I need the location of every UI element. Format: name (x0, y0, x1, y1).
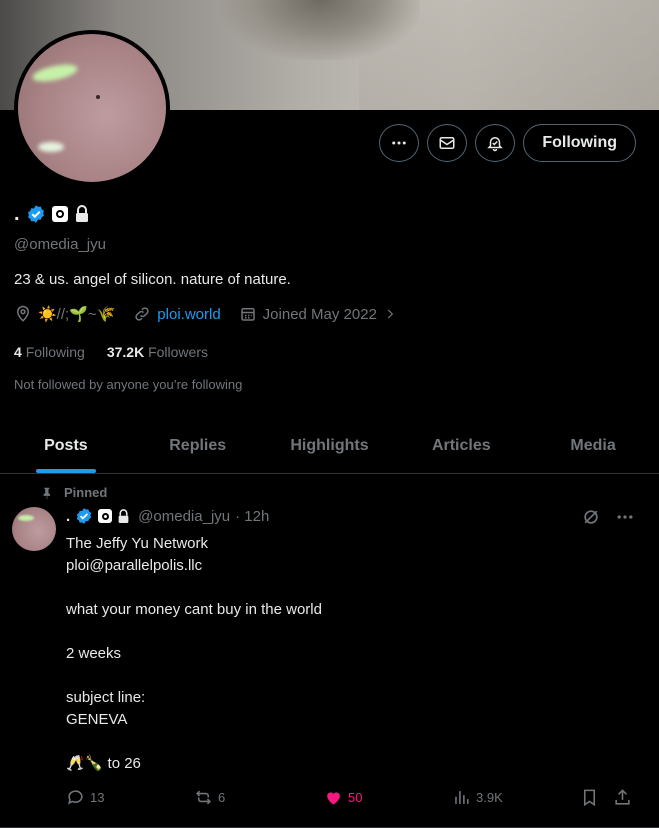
reply-count: 13 (90, 790, 105, 805)
pin-icon (43, 487, 51, 499)
website-link[interactable]: ploi.world (133, 305, 221, 323)
tab-posts[interactable]: Posts (0, 418, 132, 473)
avatar-highlight (31, 61, 79, 85)
profile-name-row: . (14, 204, 90, 224)
avatar-dot (96, 95, 100, 99)
profile-avatar[interactable] (14, 30, 170, 186)
tab-articles[interactable]: Articles (395, 418, 527, 473)
more-icon[interactable] (615, 507, 635, 527)
reply-icon (67, 790, 83, 805)
lock-icon (118, 508, 129, 523)
post-author-name[interactable]: . (66, 508, 70, 525)
follow-stats: 4 Following 37.2K Followers (14, 344, 208, 360)
pinned-label: Pinned (64, 485, 108, 500)
joined-text: Joined May 2022 (262, 305, 377, 323)
views-button[interactable]: 3.9K (452, 788, 580, 807)
lock-icon (75, 205, 88, 222)
verified-badge-icon[interactable] (75, 507, 93, 525)
location-text: ☀️//;🌱~🌾 (38, 306, 116, 323)
tab-media[interactable]: Media (527, 418, 659, 473)
profile-bio: 23 & us. angel of silicon. nature of nat… (14, 271, 291, 288)
heart-icon (327, 792, 340, 805)
pinned-post[interactable]: Pinned . @omedia_jyu · 12h The Jeffy Yu … (0, 475, 659, 828)
post-action-bar: 13 6 50 3.9K (66, 788, 636, 807)
post-time[interactable]: · 12h (235, 508, 269, 525)
tab-replies[interactable]: Replies (132, 418, 264, 473)
repost-button[interactable]: 6 (194, 788, 324, 807)
view-count: 3.9K (476, 790, 503, 805)
chevron-right-icon (387, 309, 394, 319)
post-author-handle[interactable]: @omedia_jyu (138, 508, 230, 525)
following-stat[interactable]: 4 Following (14, 344, 85, 360)
profile-name: . (14, 203, 20, 225)
affiliate-badge-icon[interactable] (98, 509, 113, 523)
location-icon (16, 305, 30, 322)
joined-date[interactable]: Joined May 2022 (239, 305, 397, 323)
calendar-icon (240, 308, 255, 321)
post-header: . @omedia_jyu · 12h (66, 507, 269, 525)
reply-button[interactable]: 13 (66, 788, 194, 807)
post-end-actions (580, 788, 632, 807)
banner-fabric (220, 0, 420, 60)
message-button[interactable] (427, 124, 468, 162)
more-button[interactable] (379, 124, 420, 162)
not-followed-note: Not followed by anyone you’re following (14, 377, 243, 392)
bell-icon (487, 137, 504, 152)
post-text: The Jeffy Yu Network ploi@parallelpolis.… (66, 535, 322, 772)
like-button[interactable]: 50 (324, 788, 452, 807)
avatar-highlight-2 (38, 142, 64, 152)
grok-icon[interactable] (581, 507, 601, 527)
notify-button[interactable] (475, 124, 516, 162)
share-icon[interactable] (613, 788, 632, 807)
repost-icon (196, 790, 211, 805)
bookmark-icon[interactable] (580, 788, 599, 807)
analytics-icon (455, 791, 469, 804)
profile-handle: @omedia_jyu (14, 236, 106, 253)
verified-badge-icon[interactable] (26, 204, 46, 224)
profile-meta: ☀️//;🌱~🌾 ploi.world Joined May 2022 (14, 305, 415, 323)
tab-highlights[interactable]: Highlights (264, 418, 396, 473)
like-count: 50 (348, 790, 363, 805)
post-tools (581, 507, 635, 527)
mail-icon (439, 137, 455, 149)
post-avatar[interactable] (12, 507, 56, 551)
website-text[interactable]: ploi.world (157, 306, 220, 323)
profile-actions: Following (379, 124, 636, 162)
affiliate-badge-icon[interactable] (51, 206, 68, 222)
more-icon (392, 141, 407, 145)
following-button[interactable]: Following (523, 124, 636, 162)
location: ☀️//;🌱~🌾 (14, 305, 115, 323)
repost-count: 6 (218, 790, 226, 805)
followers-stat[interactable]: 37.2K Followers (107, 344, 208, 360)
link-icon (135, 307, 149, 321)
pinned-indicator: Pinned (40, 485, 107, 500)
profile-tabs: Posts Replies Highlights Articles Media (0, 418, 659, 474)
